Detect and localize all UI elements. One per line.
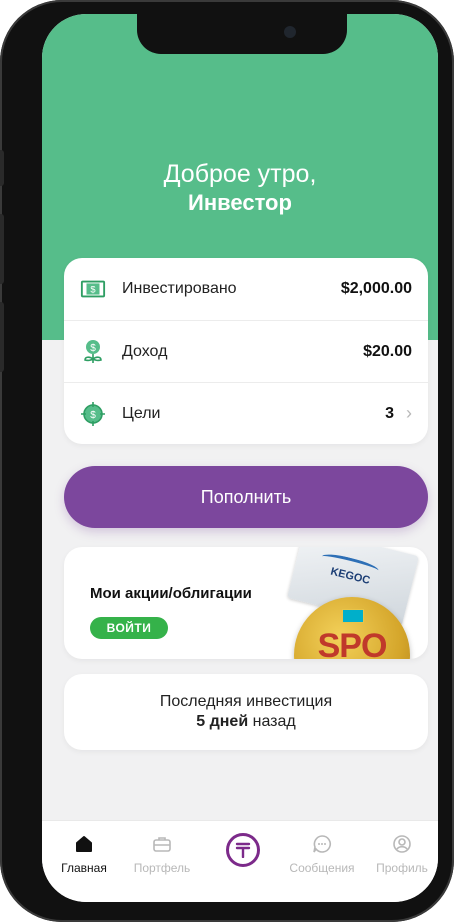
briefcase-icon [153, 837, 171, 852]
income-row: $ Доход $20.00 [64, 320, 428, 382]
mute-switch [0, 150, 4, 186]
tab-messages-label: Сообщения [289, 861, 355, 875]
spo-text: SPO [317, 627, 388, 659]
tenge-icon [235, 842, 251, 858]
tab-home-label: Главная [61, 861, 107, 875]
chevron-right-icon: › [406, 403, 412, 423]
volume-up-button [0, 214, 4, 284]
goals-count: 3 [385, 404, 394, 422]
last-investment-card: Последняя инвестиция 5 дней назад [64, 674, 428, 750]
app-screen: Доброе утро, Инвестор $ Инвестировано $2… [42, 14, 438, 902]
income-value: $20.00 [363, 342, 412, 360]
bottom-tab-bar: Главная Портфель Сообщения Профиль [42, 820, 438, 902]
home-icon [76, 836, 92, 852]
chat-icon [313, 835, 331, 853]
top-up-button[interactable]: Пополнить [64, 466, 428, 528]
camera-icon [284, 26, 296, 38]
stats-card: $ Инвестировано $2,000.00 $ Доход $20.00… [64, 258, 428, 444]
goals-row[interactable]: $ Цели 3 › [64, 382, 428, 444]
user-name: Инвестор [188, 190, 292, 215]
target-dollar-icon: $ [80, 401, 106, 427]
greeting-line: Доброе утро, [163, 160, 317, 188]
securities-card[interactable]: Мои акции/облигации ВОЙТИ KEGOC SPO [64, 547, 428, 659]
last-investment-suffix: назад [252, 713, 296, 730]
income-label: Доход [122, 342, 168, 360]
volume-down-button [0, 302, 4, 372]
kazakhstan-flag-icon [342, 609, 364, 623]
tab-profile-label: Профиль [376, 861, 428, 875]
profile-icon [393, 835, 411, 853]
invested-row: $ Инвестировано $2,000.00 [64, 258, 428, 320]
notch [137, 14, 347, 54]
greeting: Доброе утро, Инвестор [42, 159, 438, 217]
tenge-button[interactable] [226, 833, 260, 867]
goals-label: Цели [122, 404, 161, 422]
invested-value: $2,000.00 [340, 280, 412, 297]
last-investment-label: Последняя инвестиция [159, 693, 333, 710]
tab-portfolio-label: Портфель [133, 861, 191, 875]
login-button[interactable]: ВОЙТИ [90, 617, 168, 639]
svg-text:$: $ [90, 343, 96, 354]
tab-messages[interactable]: Сообщения [282, 833, 362, 875]
invested-label: Инвестировано [122, 280, 237, 297]
securities-title: Мои акции/облигации [90, 585, 252, 602]
last-investment-days: 5 дней [196, 713, 249, 730]
tab-profile[interactable]: Профиль [362, 833, 438, 875]
phone-frame: Доброе утро, Инвестор $ Инвестировано $2… [0, 0, 454, 922]
tab-portfolio[interactable]: Портфель [122, 833, 202, 875]
money-plant-icon: $ [80, 339, 106, 365]
tab-home[interactable]: Главная [44, 833, 124, 875]
cash-icon: $ [80, 276, 106, 302]
last-investment-time: 5 дней назад [64, 712, 428, 732]
svg-text:$: $ [90, 285, 95, 295]
svg-text:$: $ [90, 410, 96, 421]
